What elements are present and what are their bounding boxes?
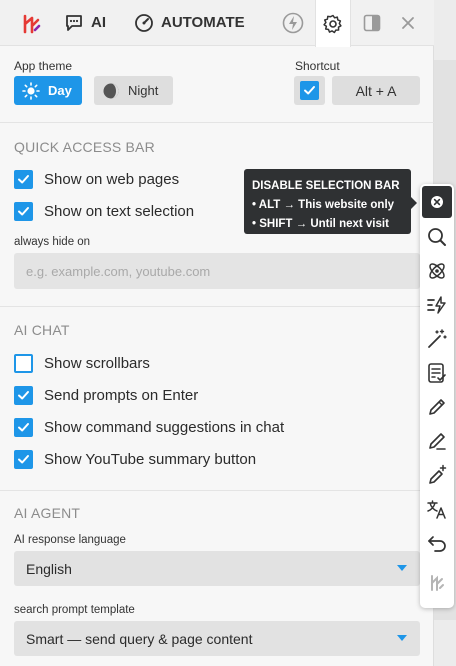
gauge-icon [135,13,153,32]
prompt-template-select[interactable]: Smart — send query & page content [14,621,420,656]
bolt-button[interactable] [275,0,311,46]
select-value: Smart — send query & page content [26,630,253,647]
check-icon [18,175,29,184]
option-label: Show on text selection [44,203,195,220]
close-panel-button[interactable] [390,0,426,46]
settings-panel: AI AUTOMATE App theme Day Night Shortcut… [0,0,434,666]
send-on-enter-option[interactable]: Send prompts on Enter [14,386,198,405]
response-language-select[interactable]: English [14,551,420,586]
shortcut-check [300,81,319,100]
show-scrollbars-option[interactable]: Show scrollbars [14,354,150,373]
sidebar-toggle-button[interactable] [354,0,390,46]
magic-wand-icon[interactable] [426,328,448,350]
tooltip-line: • SHIFT → Until next visit [252,218,389,230]
option-label: Show YouTube summary button [44,451,257,468]
sun-icon [22,81,40,100]
disable-selection-tooltip: DISABLE SELECTION BAR • ALT → This websi… [244,169,417,234]
selection-bar-close-button[interactable] [422,186,452,218]
tab-automate[interactable]: AUTOMATE [134,0,245,46]
shortcut-label: Shortcut [295,59,340,73]
theme-night-button[interactable]: Night [94,76,173,105]
check-icon [18,207,29,216]
prompt-template-label: search prompt template [14,604,135,616]
selection-bar [420,184,454,608]
checkbox[interactable] [14,202,33,221]
pencil-icon[interactable] [426,396,448,418]
divider [0,490,434,491]
pencil-sparkle-icon[interactable] [426,464,448,486]
tooltip-title: DISABLE SELECTION BAR [252,180,400,192]
checklist-icon[interactable] [426,362,448,384]
tab-bar: AI AUTOMATE [0,0,434,47]
moon-icon [103,83,119,98]
theme-day-label: Day [48,83,72,98]
checkbox[interactable] [14,170,33,189]
command-suggestions-option[interactable]: Show command suggestions in chat [14,418,284,437]
tooltip-arrow [411,197,417,209]
response-language-label: AI response language [14,534,126,546]
youtube-summary-option[interactable]: Show YouTube summary button [14,450,256,469]
gear-icon [323,14,342,33]
translate-icon[interactable] [426,498,448,520]
undo-icon[interactable] [426,532,448,554]
ai-agent-title: AI AGENT [14,505,81,521]
tab-ai-label: AI [91,14,106,31]
ai-chat-title: AI CHAT [14,322,70,338]
app-theme-label: App theme [14,59,73,73]
option-label: Show scrollbars [44,355,150,372]
chevron-down-icon [397,635,407,641]
show-on-web-pages-option[interactable]: Show on web pages [14,170,179,189]
pencil-lines-icon[interactable] [426,430,448,452]
chevron-down-icon [397,565,407,571]
bolt-icon [282,12,304,34]
quick-access-title: QUICK ACCESS BAR [14,139,155,155]
search-icon[interactable] [426,226,448,248]
atom-icon[interactable] [426,260,448,282]
tab-settings[interactable] [315,0,351,47]
always-hide-label: always hide on [14,236,91,248]
option-label: Send prompts on Enter [44,387,199,404]
chat-icon [66,14,82,31]
sidebar-toggle-icon [363,14,381,32]
checkbox[interactable] [14,450,33,469]
harpa-logo-icon[interactable] [20,13,42,35]
divider [0,122,434,123]
shortcut-key-field[interactable]: Alt + A [332,76,420,105]
theme-day-button[interactable]: Day [14,76,82,105]
tooltip-line: • ALT → This website only [252,199,395,211]
checkbox[interactable] [14,418,33,437]
close-icon [431,196,443,208]
checkbox[interactable] [14,386,33,405]
close-icon [402,17,414,29]
always-hide-input[interactable]: e.g. example.com, youtube.com [14,253,420,289]
check-icon [18,391,29,400]
check-icon [304,86,315,95]
select-value: English [26,560,72,577]
checkbox[interactable] [14,354,33,373]
lightning-list-icon[interactable] [426,294,448,316]
check-icon [18,455,29,464]
option-label: Show command suggestions in chat [44,419,285,436]
harpa-logo-icon[interactable] [426,572,448,594]
tab-ai[interactable]: AI [64,0,106,46]
tab-automate-label: AUTOMATE [161,14,245,31]
divider [0,306,434,307]
check-icon [18,423,29,432]
theme-night-label: Night [128,83,159,98]
shortcut-checkbox[interactable] [294,76,325,105]
show-on-text-selection-option[interactable]: Show on text selection [14,202,194,221]
option-label: Show on web pages [44,171,180,188]
